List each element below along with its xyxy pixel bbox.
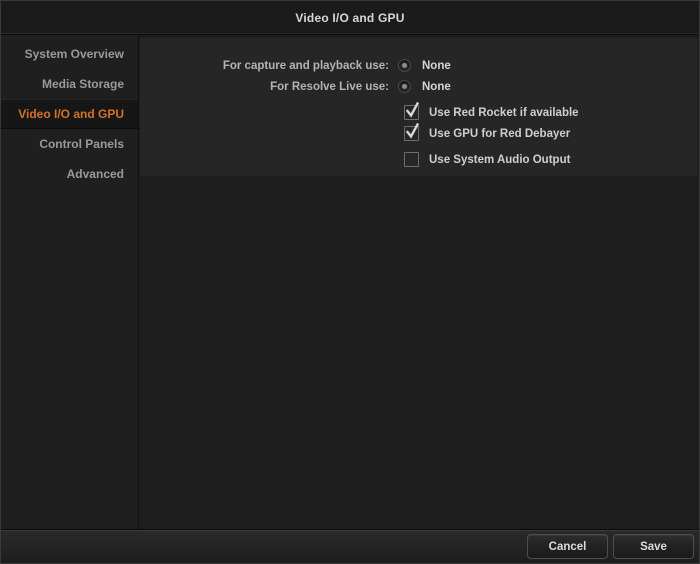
resolve-live-row: For Resolve Live use: None	[140, 76, 697, 97]
page-title: Video I/O and GPU	[295, 10, 405, 25]
window-titlebar: Video I/O and GPU	[1, 1, 699, 35]
red-rocket-label: Use Red Rocket if available	[429, 106, 579, 119]
red-rocket-checkbox[interactable]	[404, 102, 419, 120]
sidebar-item-label: Video I/O and GPU	[18, 107, 124, 121]
sidebar-item-control-panels[interactable]: Control Panels	[1, 129, 138, 159]
sidebar-item-label: Media Storage	[41, 77, 124, 91]
sidebar-item-video-io-and-gpu[interactable]: Video I/O and GPU	[1, 99, 138, 129]
capture-playback-row: For capture and playback use: None	[140, 55, 697, 76]
system-audio-checkbox-row[interactable]: Use System Audio Output	[404, 149, 570, 170]
gpu-debayer-checkbox-row[interactable]: Use GPU for Red Debayer	[404, 123, 570, 144]
cancel-button[interactable]: Cancel	[527, 534, 608, 559]
footer-bar: Cancel Save	[1, 529, 699, 563]
content-area: For capture and playback use: None For R…	[139, 35, 699, 529]
sidebar-item-system-overview[interactable]: System Overview	[1, 39, 138, 69]
sidebar-item-label: Advanced	[66, 167, 124, 181]
resolve-live-radio[interactable]	[398, 80, 411, 93]
resolve-live-label: For Resolve Live use:	[270, 80, 389, 93]
gpu-debayer-checkbox[interactable]	[404, 123, 419, 141]
capture-playback-radio[interactable]	[398, 59, 411, 72]
settings-panel: For capture and playback use: None For R…	[140, 38, 697, 176]
checkmark-icon	[406, 123, 419, 139]
sidebar-item-label: Control Panels	[39, 137, 124, 151]
settings-window: Video I/O and GPU System Overview Media …	[0, 0, 700, 564]
sidebar-item-label: System Overview	[24, 47, 124, 61]
checkmark-icon	[406, 102, 419, 118]
save-button[interactable]: Save	[613, 534, 694, 559]
system-audio-checkbox[interactable]	[404, 152, 419, 167]
gpu-debayer-label: Use GPU for Red Debayer	[429, 127, 571, 140]
system-audio-label: Use System Audio Output	[429, 153, 571, 166]
window-body: System Overview Media Storage Video I/O …	[1, 35, 699, 529]
sidebar-item-advanced[interactable]: Advanced	[1, 159, 138, 189]
capture-playback-value[interactable]: None	[422, 60, 451, 72]
red-rocket-checkbox-row[interactable]: Use Red Rocket if available	[404, 102, 579, 123]
sidebar-item-media-storage[interactable]: Media Storage	[1, 69, 138, 99]
resolve-live-value[interactable]: None	[422, 81, 451, 93]
sidebar: System Overview Media Storage Video I/O …	[1, 35, 139, 529]
capture-playback-label: For capture and playback use:	[222, 59, 389, 72]
